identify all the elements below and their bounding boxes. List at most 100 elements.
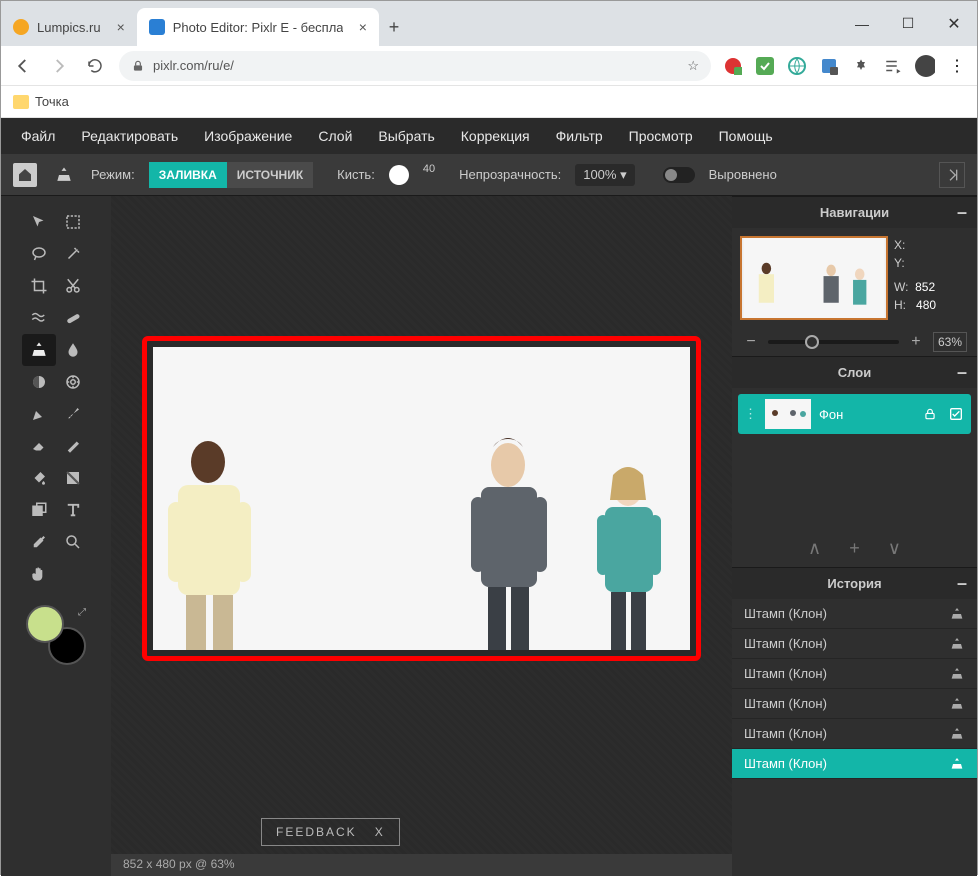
highlight-frame: [142, 336, 701, 661]
layer-add-button[interactable]: +: [849, 538, 860, 559]
tool-smudge[interactable]: [56, 430, 90, 462]
new-tab-button[interactable]: +: [379, 8, 409, 46]
menu-adjust[interactable]: Коррекция: [461, 128, 530, 144]
bookmarks-bar: Точка: [1, 86, 977, 118]
panel-history-header[interactable]: История –: [732, 567, 977, 599]
tool-hand[interactable]: [22, 558, 56, 590]
collapse-icon[interactable]: –: [957, 362, 967, 383]
foreground-color[interactable]: [26, 605, 64, 643]
ext-icon[interactable]: [723, 56, 743, 76]
tool-marquee[interactable]: [56, 206, 90, 238]
tool-eraser[interactable]: [22, 430, 56, 462]
panel-layers-header[interactable]: Слои –: [732, 356, 977, 388]
history-item-active[interactable]: Штамп (Клон): [732, 749, 977, 779]
visibility-icon[interactable]: [947, 405, 965, 423]
tool-lasso[interactable]: [22, 238, 56, 270]
zoom-value[interactable]: 63%: [933, 332, 967, 352]
nav-forward-button[interactable]: [47, 54, 71, 78]
layer-up-button[interactable]: ∧: [808, 538, 821, 559]
tool-text[interactable]: [56, 494, 90, 526]
zoom-out-button[interactable]: −: [742, 333, 760, 351]
tool-pen[interactable]: [22, 398, 56, 430]
window-maximize-button[interactable]: ☐: [885, 1, 931, 46]
url-text: pixlr.com/ru/e/: [153, 58, 234, 73]
collapse-icon[interactable]: –: [957, 202, 967, 223]
tool-fill[interactable]: [22, 462, 56, 494]
tool-crop[interactable]: [22, 270, 56, 302]
tool-shape[interactable]: [22, 494, 56, 526]
zoom-in-button[interactable]: +: [907, 333, 925, 351]
star-icon[interactable]: ☆: [687, 58, 699, 74]
mode-fill-button[interactable]: ЗАЛИВКА: [149, 162, 227, 188]
menu-help[interactable]: Помощь: [719, 128, 773, 144]
menu-file[interactable]: Файл: [21, 128, 55, 144]
profile-avatar[interactable]: [915, 56, 935, 76]
menu-image[interactable]: Изображение: [204, 128, 292, 144]
layer-name: Фон: [819, 407, 913, 422]
url-input[interactable]: pixlr.com/ru/e/ ☆: [119, 51, 711, 81]
mode-source-button[interactable]: ИСТОЧНИК: [227, 162, 313, 188]
brush-size[interactable]: 40: [423, 163, 435, 175]
layer-thumbnail: [765, 399, 811, 429]
aligned-toggle[interactable]: [663, 167, 695, 183]
window-minimize-button[interactable]: —: [839, 1, 885, 46]
tool-blur[interactable]: [56, 334, 90, 366]
tool-gradient[interactable]: [56, 462, 90, 494]
expand-panel-button[interactable]: [939, 162, 965, 188]
browser-tab[interactable]: Lumpics.ru ×: [1, 8, 137, 46]
lock-icon[interactable]: [921, 405, 939, 423]
menu-edit[interactable]: Редактировать: [81, 128, 178, 144]
color-picker[interactable]: ⤢: [26, 605, 86, 665]
ext-icon[interactable]: [819, 56, 839, 76]
coord-y-label: Y:: [894, 256, 905, 270]
tool-sponge[interactable]: [56, 366, 90, 398]
browser-tab-active[interactable]: Photo Editor: Pixlr E - бесплатны ×: [137, 8, 379, 46]
feedback-button[interactable]: FEEDBACK X: [261, 818, 400, 846]
tool-eyedropper[interactable]: [22, 526, 56, 558]
panel-nav-header[interactable]: Навигации –: [732, 196, 977, 228]
history-item[interactable]: Штамп (Клон): [732, 599, 977, 629]
menu-filter[interactable]: Фильтр: [556, 128, 603, 144]
ext-icon[interactable]: [755, 56, 775, 76]
feedback-close[interactable]: X: [375, 825, 385, 839]
tool-dodge[interactable]: [22, 366, 56, 398]
history-item[interactable]: Штамп (Клон): [732, 719, 977, 749]
layer-down-button[interactable]: ∨: [888, 538, 901, 559]
menu-layer[interactable]: Слой: [318, 128, 352, 144]
menu-icon[interactable]: ⋮: [947, 56, 967, 76]
panel-title: Слои: [838, 365, 871, 380]
nav-back-button[interactable]: [11, 54, 35, 78]
tool-move[interactable]: [22, 206, 56, 238]
swap-colors-icon[interactable]: ⤢: [78, 607, 86, 618]
tool-cut[interactable]: [56, 270, 90, 302]
history-item[interactable]: Штамп (Клон): [732, 659, 977, 689]
nav-reload-button[interactable]: [83, 54, 107, 78]
playlist-icon[interactable]: [883, 56, 903, 76]
bookmark[interactable]: Точка: [35, 94, 69, 109]
menu-select[interactable]: Выбрать: [378, 128, 434, 144]
ext-icon[interactable]: [787, 56, 807, 76]
navigator-thumbnail[interactable]: [740, 236, 888, 320]
home-button[interactable]: [13, 163, 37, 187]
opacity-value[interactable]: 100% ▾: [575, 164, 634, 186]
menu-view[interactable]: Просмотр: [629, 128, 693, 144]
zoom-slider[interactable]: [768, 340, 899, 344]
window-close-button[interactable]: ✕: [931, 1, 977, 46]
extensions-icon[interactable]: [851, 56, 871, 76]
tool-brush[interactable]: [56, 398, 90, 430]
tool-wand[interactable]: [56, 238, 90, 270]
tool-clone-stamp[interactable]: [22, 334, 56, 366]
tool-zoom[interactable]: [56, 526, 90, 558]
history-label: Штамп (Клон): [744, 666, 827, 681]
layer-row[interactable]: ⋮ Фон: [738, 394, 971, 434]
history-item[interactable]: Штамп (Клон): [732, 689, 977, 719]
brush-preview[interactable]: [389, 165, 409, 185]
tool-liquify[interactable]: [22, 302, 56, 334]
tab-close-icon[interactable]: ×: [359, 19, 367, 35]
collapse-icon[interactable]: –: [957, 573, 967, 594]
history-item[interactable]: Штамп (Клон): [732, 629, 977, 659]
layer-handle-icon[interactable]: ⋮: [744, 406, 757, 422]
tool-heal[interactable]: [56, 302, 90, 334]
tab-close-icon[interactable]: ×: [117, 19, 125, 35]
canvas[interactable]: [153, 347, 690, 650]
